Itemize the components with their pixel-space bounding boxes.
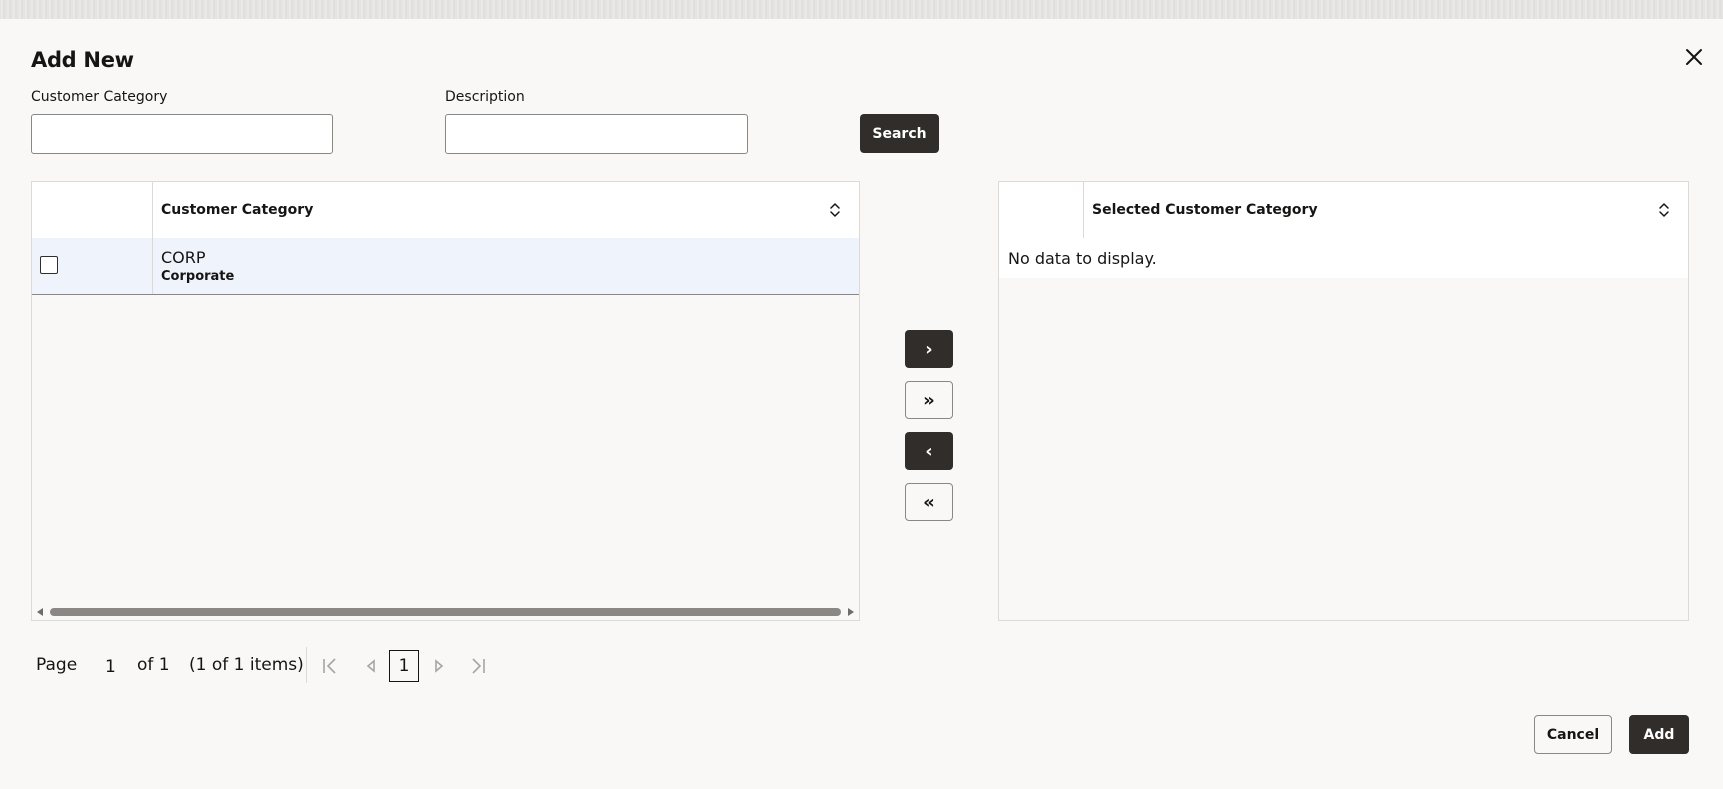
- current-page-button[interactable]: 1: [389, 650, 419, 682]
- row-description: Corporate: [161, 269, 235, 284]
- remove-all-button[interactable]: «: [905, 483, 953, 521]
- cancel-button[interactable]: Cancel: [1534, 715, 1612, 754]
- add-button[interactable]: Add: [1629, 715, 1689, 754]
- add-new-dialog: Add New Customer Category Description Se…: [0, 19, 1723, 789]
- pager-divider: [306, 647, 307, 683]
- row-code: CORP: [161, 248, 206, 267]
- move-all-button[interactable]: »: [905, 381, 953, 419]
- column-divider: [152, 182, 153, 238]
- selected-table-header: Selected Customer Category: [999, 182, 1688, 239]
- description-input[interactable]: [445, 114, 748, 154]
- selected-list: Selected Customer Category No data to di…: [998, 181, 1689, 621]
- table-row[interactable]: CORP Corporate: [32, 238, 859, 295]
- horizontal-scrollbar[interactable]: [32, 604, 859, 620]
- scroll-left-icon[interactable]: [35, 607, 45, 617]
- search-button[interactable]: Search: [860, 114, 939, 153]
- available-table-header: Customer Category: [32, 182, 859, 239]
- close-icon[interactable]: [1682, 45, 1706, 69]
- move-selected-button[interactable]: ›: [905, 330, 953, 368]
- selected-customer-category-column-header[interactable]: Selected Customer Category: [1092, 182, 1318, 238]
- column-divider: [1083, 182, 1084, 238]
- sort-icon[interactable]: [1656, 201, 1672, 219]
- items-count: (1 of 1 items): [189, 655, 304, 675]
- row-checkbox[interactable]: [40, 256, 58, 274]
- customer-category-input[interactable]: [31, 114, 333, 154]
- available-list: Customer Category CORP Corporate: [31, 181, 860, 621]
- empty-row: No data to display.: [999, 238, 1688, 278]
- background-strip: [0, 0, 1723, 19]
- column-divider: [152, 238, 153, 294]
- dialog-title: Add New: [31, 48, 134, 72]
- customer-category-label: Customer Category: [31, 89, 168, 105]
- page-total: of 1: [137, 655, 170, 675]
- description-label: Description: [445, 89, 525, 105]
- remove-selected-button[interactable]: ‹: [905, 432, 953, 470]
- sort-icon[interactable]: [827, 201, 843, 219]
- scroll-right-icon[interactable]: [846, 607, 856, 617]
- next-page-icon[interactable]: [429, 656, 449, 676]
- first-page-icon[interactable]: [320, 656, 340, 676]
- customer-category-column-header[interactable]: Customer Category: [161, 182, 313, 238]
- page-input[interactable]: 1: [105, 657, 116, 677]
- previous-page-icon[interactable]: [361, 656, 381, 676]
- empty-message: No data to display.: [1008, 249, 1157, 268]
- page-label: Page: [36, 655, 78, 675]
- scrollbar-thumb[interactable]: [50, 608, 841, 616]
- last-page-icon[interactable]: [468, 656, 488, 676]
